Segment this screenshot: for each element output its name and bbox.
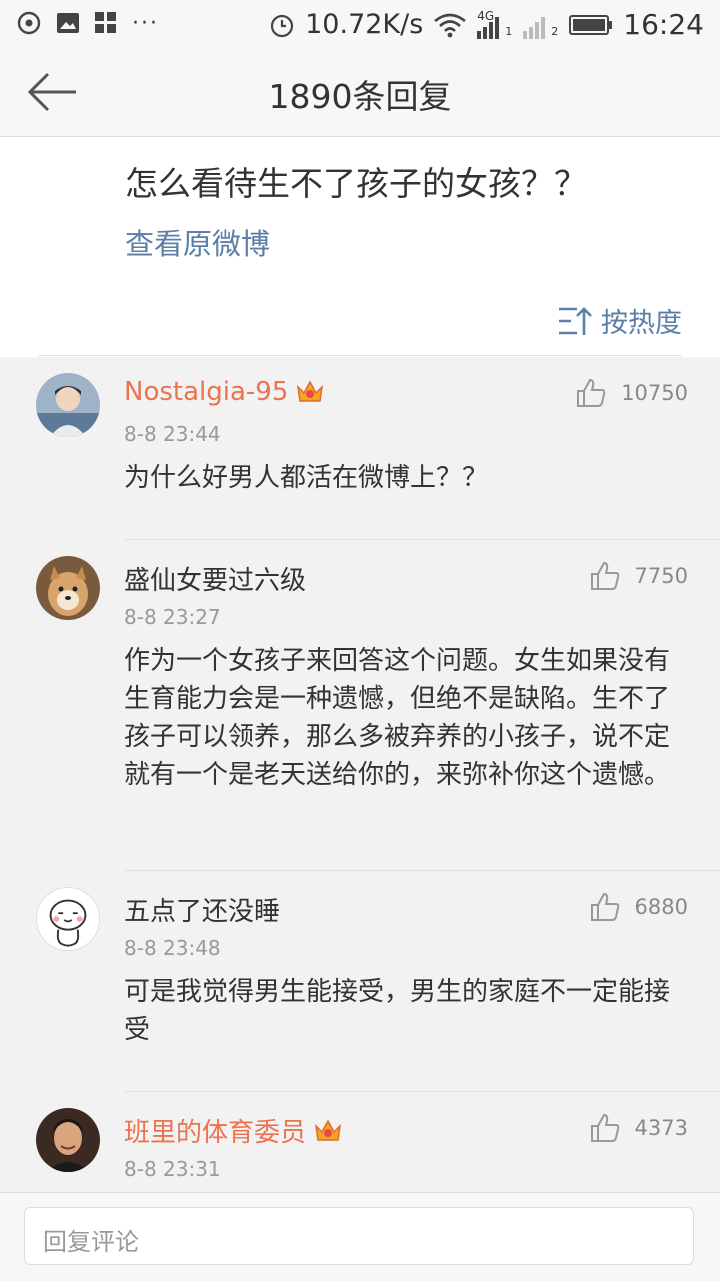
- username-text: 盛仙女要过六级: [124, 566, 307, 596]
- comment-item[interactable]: 盛仙女要过六级 8-8 23:27 7750 作为一个女孩子来回答这个问题。女生…: [0, 540, 720, 871]
- signal-sim2-icon: [523, 16, 546, 39]
- page-title: 1890条回复: [268, 77, 452, 116]
- view-original-link[interactable]: 查看原微博: [125, 221, 270, 263]
- comment-time: 8-8 23:44: [124, 422, 221, 446]
- sort-label: 按热度: [601, 308, 682, 339]
- sort-by-hot-button[interactable]: 按热度: [557, 301, 682, 340]
- signal-sim1-icon: [477, 16, 500, 39]
- like-count: 4373: [634, 1116, 688, 1140]
- comment-username[interactable]: 班里的体育委员: [124, 1112, 342, 1149]
- sort-icon: [559, 306, 592, 335]
- comment-text: 作为一个女孩子来回答这个问题。女生如果没有生育能力会是一种遗憾，但绝不是缺陷。生…: [124, 646, 671, 790]
- comment-item[interactable]: Nostalgia-95 8-8 23:44 10750 为什么好男人都活在微博…: [0, 357, 720, 540]
- username-text: 班里的体育委员: [124, 1118, 307, 1148]
- status-bar: ··· 10.72K/s 4G 1 2 16:24: [0, 0, 720, 50]
- clock: 16:24: [623, 8, 704, 41]
- username-text: Nostalgia-95: [124, 377, 289, 407]
- comment-username[interactable]: Nostalgia-95: [124, 377, 324, 407]
- network-speed: 10.72K/s: [305, 9, 424, 40]
- like-button[interactable]: 10750: [575, 377, 688, 409]
- battery-icon: [569, 14, 613, 35]
- thumbs-up-icon: [590, 892, 619, 921]
- more-notifications-icon: ···: [132, 10, 159, 36]
- avatar[interactable]: [36, 1108, 100, 1172]
- wifi-icon: [434, 13, 467, 37]
- divider: [38, 355, 682, 356]
- like-button[interactable]: 6880: [589, 891, 688, 923]
- reply-comment-input[interactable]: 回复评论: [24, 1207, 694, 1265]
- avatar[interactable]: [36, 556, 100, 620]
- original-post: 怎么看待生不了孩子的女孩？？ 查看原微博 按热度: [0, 137, 720, 357]
- like-count: 7750: [634, 564, 688, 588]
- title-bar: 1890条回复: [0, 50, 720, 137]
- alarm-icon: [271, 14, 294, 37]
- thumbs-up-icon: [590, 561, 619, 590]
- comment-time: 8-8 23:31: [124, 1157, 221, 1181]
- reply-bar: 回复评论: [0, 1192, 720, 1281]
- music-app-icon: [17, 11, 41, 35]
- vip-crown-icon: [297, 380, 324, 402]
- comment-item[interactable]: 班里的体育委员 8-8 23:31 4373: [0, 1092, 720, 1202]
- app-grid-icon: [95, 12, 116, 33]
- avatar[interactable]: [36, 887, 100, 951]
- thumbs-up-icon: [590, 1113, 619, 1142]
- vip-crown-icon: [314, 1118, 342, 1141]
- comment-text: 为什么好男人都活在微博上？？: [124, 463, 489, 493]
- comment-time: 8-8 23:48: [124, 936, 221, 960]
- like-button[interactable]: 4373: [589, 1112, 688, 1144]
- comment-time: 8-8 23:27: [124, 605, 221, 629]
- gallery-icon: [57, 13, 79, 33]
- username-text: 五点了还没睡: [124, 897, 281, 927]
- comment-item[interactable]: 五点了还没睡 8-8 23:48 6880 可是我觉得男生能接受，男生的家庭不一…: [0, 871, 720, 1092]
- sim2-label: 2: [551, 24, 559, 38]
- comment-username[interactable]: 五点了还没睡: [124, 891, 280, 928]
- comment-text: 可是我觉得男生能接受，男生的家庭不一定能接受: [124, 977, 671, 1045]
- thumbs-up-icon: [577, 378, 606, 407]
- comment-list: Nostalgia-95 8-8 23:44 10750 为什么好男人都活在微博…: [0, 357, 720, 1202]
- like-button[interactable]: 7750: [589, 560, 688, 592]
- original-post-text: 怎么看待生不了孩子的女孩？？: [125, 164, 587, 203]
- sim1-label: 1: [505, 24, 513, 38]
- avatar[interactable]: [36, 373, 100, 437]
- like-count: 6880: [634, 895, 688, 919]
- comment-username[interactable]: 盛仙女要过六级: [124, 560, 306, 597]
- like-count: 10750: [621, 381, 688, 405]
